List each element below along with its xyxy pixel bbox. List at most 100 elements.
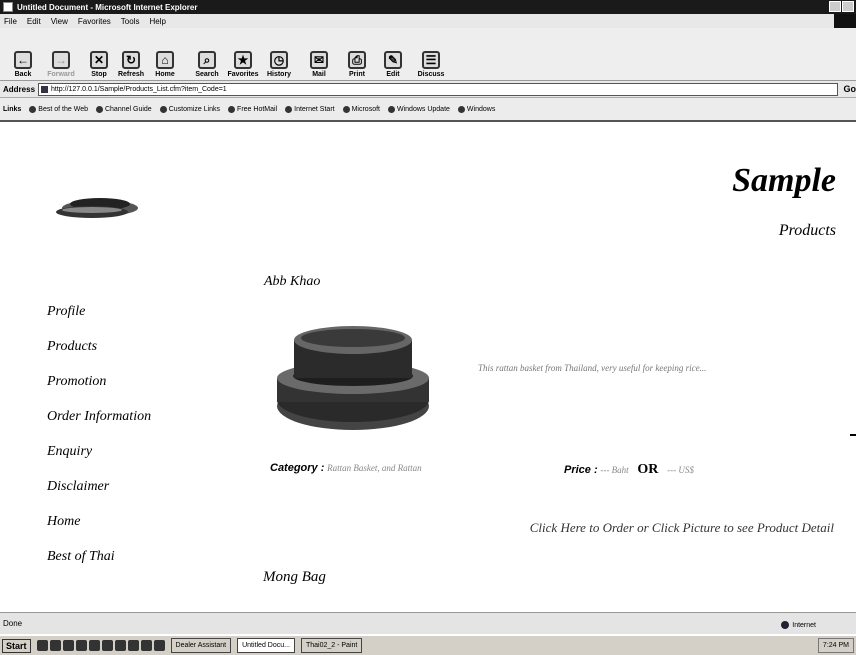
window-controls [829, 1, 854, 12]
menu-tools[interactable]: Tools [121, 17, 140, 26]
history-icon: ◷ [270, 51, 288, 69]
address-label: Address [3, 84, 36, 94]
search-button[interactable]: ⌕ Search [190, 30, 224, 78]
print-icon: ⎙ [348, 51, 366, 69]
zone-indicator: Internet [781, 621, 816, 629]
title-bar: Untitled Document - Microsoft Internet E… [0, 0, 856, 14]
product-image[interactable] [274, 320, 432, 432]
task-untitled-document[interactable]: Untitled Docu... [237, 638, 295, 653]
back-arrow-icon: ← [14, 51, 32, 69]
task-dealer-assistant[interactable]: Dealer Assistant [170, 638, 232, 653]
menu-help[interactable]: Help [149, 17, 165, 26]
stop-button[interactable]: ✕ Stop [82, 30, 116, 78]
link-microsoft[interactable]: Microsoft [343, 106, 380, 113]
maximize-button[interactable] [842, 1, 854, 12]
windows-taskbar: Start Dealer Assistant Untitled Docu... … [0, 634, 856, 655]
window-title: Untitled Document - Microsoft Internet E… [17, 2, 198, 12]
link-windows-update[interactable]: Windows Update [388, 106, 450, 113]
basket-logo-image [56, 198, 138, 218]
minimize-button[interactable] [829, 1, 841, 12]
favorites-button[interactable]: ★ Favorites [226, 30, 260, 78]
nav-products[interactable]: Products [47, 339, 151, 359]
category-value: Rattan Basket, and Rattan [327, 463, 422, 473]
link-windows[interactable]: Windows [458, 106, 495, 113]
home-button[interactable]: ⌂ Home [148, 30, 182, 78]
quick-launch-icon[interactable] [127, 640, 139, 651]
forward-arrow-icon: → [52, 51, 70, 69]
quick-launch [36, 640, 165, 651]
standard-toolbar: ← Back → Forward ✕ Stop ↻ Refresh ⌂ Home ⌕ Sea… [0, 28, 856, 81]
menu-bar: File Edit View Favorites Tools Help [0, 14, 856, 44]
refresh-button[interactable]: ↻ Refresh [114, 30, 148, 78]
task-paint[interactable]: Thai02_2 - Paint [300, 638, 363, 653]
status-text: Done [3, 619, 23, 628]
forward-button[interactable]: → Forward [44, 30, 78, 78]
scroll-marker [850, 434, 856, 436]
product-info-row: Category : Rattan Basket, and Rattan Pri… [270, 462, 830, 477]
quick-launch-icon[interactable] [153, 640, 165, 651]
quick-launch-icon[interactable] [75, 640, 87, 651]
mail-button[interactable]: ✉ Mail [302, 30, 336, 78]
link-internet-start[interactable]: Internet Start [285, 106, 334, 113]
nav-enquiry[interactable]: Enquiry [47, 444, 151, 464]
product-name: Abb Khao [264, 274, 321, 289]
stop-icon: ✕ [90, 51, 108, 69]
link-channel-guide[interactable]: Channel Guide [96, 106, 152, 113]
quick-launch-icon[interactable] [114, 640, 126, 651]
page-subtitle: Products [778, 222, 836, 239]
mail-icon: ✉ [310, 51, 328, 69]
nav-profile[interactable]: Profile [47, 304, 151, 324]
nav-home[interactable]: Home [47, 514, 151, 534]
side-nav: Profile Products Promotion Order Informa… [47, 304, 151, 584]
status-bar: Done Internet [0, 612, 856, 634]
quick-launch-icon[interactable] [36, 640, 48, 651]
price-or: OR [637, 462, 659, 477]
discuss-button[interactable]: ☰ Discuss [414, 30, 448, 78]
nav-best-of-thai[interactable]: Best of Thai [47, 549, 151, 569]
link-free-hotmail[interactable]: Free HotMail [228, 106, 277, 113]
address-bar: Address http://127.0.0.1/Sample/Products… [0, 81, 856, 98]
category-label: Category : [270, 462, 325, 474]
print-button[interactable]: ⎙ Print [340, 30, 374, 78]
page-content: Sample Products Profile Products Promoti… [0, 124, 856, 612]
links-bar: Links Best of the Web Channel Guide Cust… [0, 98, 856, 122]
menu-file[interactable]: File [4, 17, 17, 26]
next-product-name: Mong Bag [263, 569, 326, 585]
nav-order-information[interactable]: Order Information [47, 409, 151, 429]
quick-launch-icon[interactable] [140, 640, 152, 651]
zone-label: Internet [792, 621, 816, 629]
address-input[interactable]: http://127.0.0.1/Sample/Products_List.cf… [38, 82, 838, 96]
price-label: Price : [564, 464, 598, 476]
quick-launch-icon[interactable] [88, 640, 100, 651]
search-icon: ⌕ [198, 51, 216, 69]
nav-disclaimer[interactable]: Disclaimer [47, 479, 151, 499]
nav-promotion[interactable]: Promotion [47, 374, 151, 394]
price-value-alt: --- US$ [667, 465, 694, 475]
start-button[interactable]: Start [2, 638, 31, 653]
link-customize-links[interactable]: Customize Links [160, 106, 220, 113]
ie-icon [3, 2, 13, 12]
order-link[interactable]: Click Here to Order or Click Picture to … [530, 520, 834, 536]
product-description: This rattan basket from Thailand, very u… [478, 363, 707, 373]
system-tray-clock: 7:24 PM [817, 638, 854, 653]
edit-button[interactable]: ✎ Edit [376, 30, 410, 78]
page-title: Sample [732, 162, 836, 199]
price-group: Price : --- Baht OR --- US$ [564, 462, 694, 478]
quick-launch-icon[interactable] [101, 640, 113, 651]
link-best-of-web[interactable]: Best of the Web [29, 106, 88, 113]
menu-favorites[interactable]: Favorites [78, 17, 111, 26]
price-value: --- Baht [600, 465, 629, 475]
go-button[interactable]: Go [844, 84, 856, 94]
menu-edit[interactable]: Edit [27, 17, 41, 26]
discuss-icon: ☰ [422, 51, 440, 69]
links-label: Links [3, 105, 22, 113]
favorites-icon: ★ [234, 51, 252, 69]
refresh-icon: ↻ [122, 51, 140, 69]
history-button[interactable]: ◷ History [262, 30, 296, 78]
edit-icon: ✎ [384, 51, 402, 69]
back-button[interactable]: ← Back [6, 30, 40, 78]
home-icon: ⌂ [156, 51, 174, 69]
quick-launch-icon[interactable] [62, 640, 74, 651]
menu-view[interactable]: View [51, 17, 68, 26]
quick-launch-icon[interactable] [49, 640, 61, 651]
